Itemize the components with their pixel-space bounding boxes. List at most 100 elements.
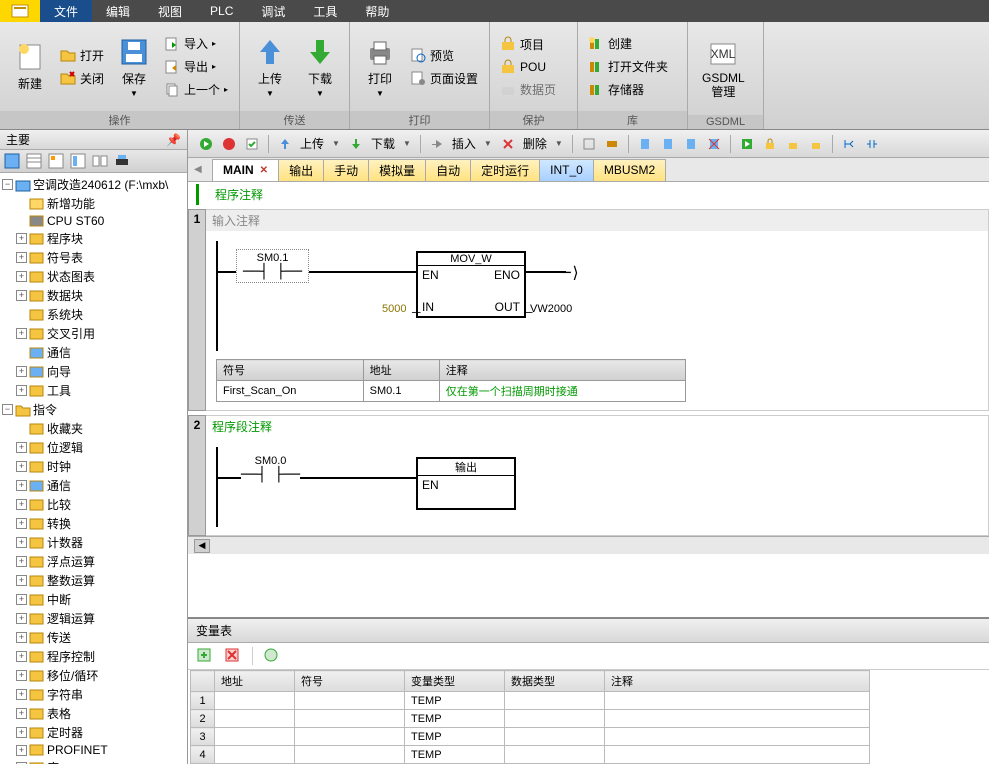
expand-icon[interactable]: +: [16, 537, 27, 548]
variable-grid[interactable]: 地址 符号 变量类型 数据类型 注释 1TEMP2TEMP3TEMP4TEMP: [190, 670, 870, 764]
expand-icon[interactable]: −: [2, 404, 13, 415]
expand-icon[interactable]: +: [16, 461, 27, 472]
app-icon[interactable]: [0, 0, 40, 22]
print-button[interactable]: 打印▼: [356, 32, 404, 102]
tree-node-xref[interactable]: +交叉引用: [0, 324, 187, 343]
menu-tools[interactable]: 工具: [299, 0, 351, 22]
expand-icon[interactable]: +: [16, 271, 27, 282]
network-number[interactable]: 1: [188, 209, 206, 411]
menu-view[interactable]: 视图: [144, 0, 196, 22]
tree-node-star[interactable]: 新增功能: [0, 194, 187, 213]
create-lib-button[interactable]: 创建: [584, 33, 672, 54]
tree-node-chart[interactable]: +状态图表: [0, 267, 187, 286]
run-icon[interactable]: [196, 134, 216, 154]
expand-icon[interactable]: +: [16, 290, 27, 301]
project-button[interactable]: 项目: [496, 34, 560, 55]
pagesetup-button[interactable]: 页面设置: [406, 68, 482, 89]
tab-定时运行[interactable]: 定时运行: [470, 159, 540, 181]
in-value[interactable]: 5000: [382, 303, 406, 315]
branch-icon[interactable]: [839, 134, 859, 154]
open-button[interactable]: 打开: [56, 45, 108, 66]
tree-node-conv[interactable]: +转换: [0, 514, 187, 533]
view-icon-4[interactable]: [70, 153, 86, 169]
bookmark-next-icon[interactable]: [681, 134, 701, 154]
tree-node-pn[interactable]: +PROFINET: [0, 742, 187, 758]
contact-icon[interactable]: [862, 134, 882, 154]
network-number[interactable]: 2: [188, 415, 206, 536]
tree-node-bit[interactable]: +位逻辑: [0, 438, 187, 457]
tool-icon-a[interactable]: [579, 134, 599, 154]
vartable-add-icon[interactable]: [196, 647, 214, 665]
expand-icon[interactable]: +: [16, 727, 27, 738]
tree-node-lib[interactable]: +库: [0, 758, 187, 764]
expand-icon[interactable]: +: [16, 499, 27, 510]
tree-node-comm[interactable]: 通信: [0, 343, 187, 362]
insert-label[interactable]: 插入: [450, 135, 478, 152]
menu-plc[interactable]: PLC: [196, 0, 247, 22]
tree-node-data[interactable]: +数据块: [0, 286, 187, 305]
tree-node-move[interactable]: +传送: [0, 628, 187, 647]
expand-icon[interactable]: +: [16, 385, 27, 396]
menu-file[interactable]: 文件: [40, 0, 92, 22]
mov-w-box[interactable]: MOV_W ENENO INOUT: [416, 251, 526, 318]
expand-icon[interactable]: +: [16, 575, 27, 586]
variable-row[interactable]: 2TEMP: [191, 710, 870, 728]
expand-icon[interactable]: +: [16, 252, 27, 263]
tree-node-prog[interactable]: +程序块: [0, 229, 187, 248]
tree-node-sys[interactable]: 系统块: [0, 305, 187, 324]
tree-node-sym[interactable]: +符号表: [0, 248, 187, 267]
tab-模拟量[interactable]: 模拟量: [368, 159, 426, 181]
import-button[interactable]: 导入 ▸: [160, 33, 232, 54]
tree-node-wiz[interactable]: +向导: [0, 362, 187, 381]
tree-node-pctl[interactable]: +程序控制: [0, 647, 187, 666]
stop-icon[interactable]: [219, 134, 239, 154]
menu-debug[interactable]: 调试: [247, 0, 299, 22]
download-label[interactable]: 下载: [369, 135, 397, 152]
tree-node-fav[interactable]: 收藏夹: [0, 419, 187, 438]
expand-icon[interactable]: +: [16, 480, 27, 491]
pou-button[interactable]: POU: [496, 57, 560, 77]
contact-sm00[interactable]: SM0.0 ──┤ ├──: [241, 455, 300, 483]
editor-hscroll[interactable]: ◀: [188, 536, 989, 554]
tree-node-float[interactable]: +浮点运算: [0, 552, 187, 571]
gsdml-button[interactable]: XML GSDML 管理: [694, 34, 753, 102]
upload-label[interactable]: 上传: [298, 135, 326, 152]
tree-node-shift[interactable]: +移位/循环: [0, 666, 187, 685]
upload-button[interactable]: 上传▼: [246, 32, 294, 102]
new-button[interactable]: 新建: [6, 37, 54, 96]
tree-node-comm[interactable]: +通信: [0, 476, 187, 495]
tree-node-cnt[interactable]: +计数器: [0, 533, 187, 552]
expand-icon[interactable]: +: [16, 518, 27, 529]
upload-icon[interactable]: [275, 134, 295, 154]
menu-edit[interactable]: 编辑: [92, 0, 144, 22]
tree-node-cmp[interactable]: +比较: [0, 495, 187, 514]
view-icon-2[interactable]: [26, 153, 42, 169]
expand-icon[interactable]: +: [16, 366, 27, 377]
lock1-icon[interactable]: [760, 134, 780, 154]
project-root[interactable]: − 空调改造240612 (F:\mxb\: [0, 175, 187, 194]
preview-button[interactable]: 预览: [406, 45, 482, 66]
datapage-button[interactable]: 数据页: [496, 79, 560, 100]
tool-icon-b[interactable]: [602, 134, 622, 154]
tab-main[interactable]: MAIN✕: [212, 159, 279, 181]
menu-help[interactable]: 帮助: [351, 0, 403, 22]
bookmark-toggle-icon[interactable]: [658, 134, 678, 154]
insert-icon[interactable]: [427, 134, 447, 154]
bookmark-prev-icon[interactable]: [635, 134, 655, 154]
tab-手动[interactable]: 手动: [323, 159, 369, 181]
lock3-icon[interactable]: [806, 134, 826, 154]
save-button[interactable]: 保存▼: [110, 32, 158, 102]
tree-node-intr[interactable]: +中断: [0, 590, 187, 609]
close-button[interactable]: 关闭: [56, 68, 108, 89]
expand-icon[interactable]: +: [16, 233, 27, 244]
expand-icon[interactable]: −: [2, 179, 13, 190]
download-icon[interactable]: [346, 134, 366, 154]
expand-icon[interactable]: +: [16, 708, 27, 719]
sidebar-pin-icon[interactable]: 📌: [166, 133, 181, 147]
expand-icon[interactable]: +: [16, 670, 27, 681]
expand-icon[interactable]: +: [16, 556, 27, 567]
expand-icon[interactable]: +: [16, 651, 27, 662]
tab-mbusm2[interactable]: MBUSM2: [593, 159, 666, 181]
previous-button[interactable]: 上一个 ▸: [160, 79, 232, 100]
ladder-editor[interactable]: 程序注释 1 输入注释 SM0.1 ──┤ ├── MOV_W: [188, 182, 989, 617]
